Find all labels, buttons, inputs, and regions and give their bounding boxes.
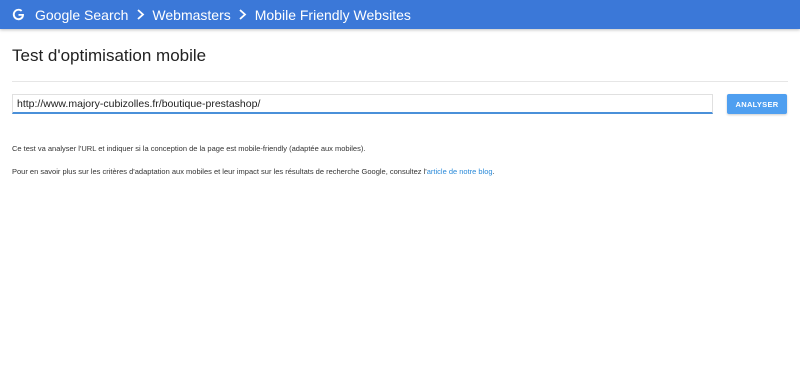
learn-more-prefix: Pour en savoir plus sur les critères d'a… [12, 167, 427, 176]
analyze-button[interactable]: ANALYSER [727, 94, 787, 114]
top-bar: Google Search Webmasters Mobile Friendly… [0, 0, 800, 29]
divider [12, 81, 788, 82]
chevron-right-icon [234, 9, 252, 20]
breadcrumb-mobile-friendly-websites[interactable]: Mobile Friendly Websites [255, 7, 411, 23]
breadcrumb-google-search[interactable]: Google Search [35, 7, 128, 23]
learn-more-text: Pour en savoir plus sur les critères d'a… [12, 167, 495, 176]
google-g-icon[interactable] [10, 7, 26, 23]
learn-more-suffix: . [492, 167, 495, 176]
blog-article-link[interactable]: article de notre blog [427, 167, 493, 176]
breadcrumb-webmasters[interactable]: Webmasters [152, 7, 230, 23]
page-title: Test d'optimisation mobile [12, 46, 207, 65]
chevron-right-icon [131, 9, 149, 20]
description-text: Ce test va analyser l'URL et indiquer si… [12, 144, 366, 153]
url-input[interactable] [12, 94, 713, 114]
